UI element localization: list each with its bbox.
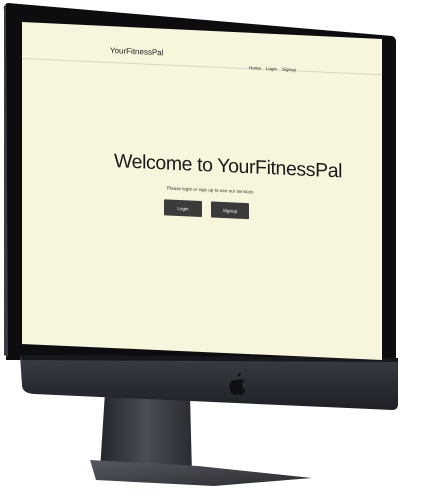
chin	[20, 355, 398, 410]
desktop-mockup: YourFitnessPal Home Login Signup Welcome…	[0, 0, 421, 498]
brand-logo[interactable]: YourFitnessPal	[110, 46, 164, 57]
nav-item-home[interactable]: Home	[249, 65, 261, 71]
login-button[interactable]: Login	[164, 199, 202, 218]
nav-links: Home Login Signup	[249, 65, 296, 72]
page-subtitle: Please login or sign up to use our servi…	[167, 185, 254, 195]
signup-button[interactable]: Signup	[211, 201, 249, 220]
screen-content: YourFitnessPal Home Login Signup Welcome…	[22, 22, 382, 360]
nav-item-signup[interactable]: Signup	[282, 67, 296, 73]
nav-item-login[interactable]: Login	[266, 66, 277, 71]
stand-foot	[90, 460, 312, 486]
page-title: Welcome to YourFitnessPal	[114, 150, 343, 183]
